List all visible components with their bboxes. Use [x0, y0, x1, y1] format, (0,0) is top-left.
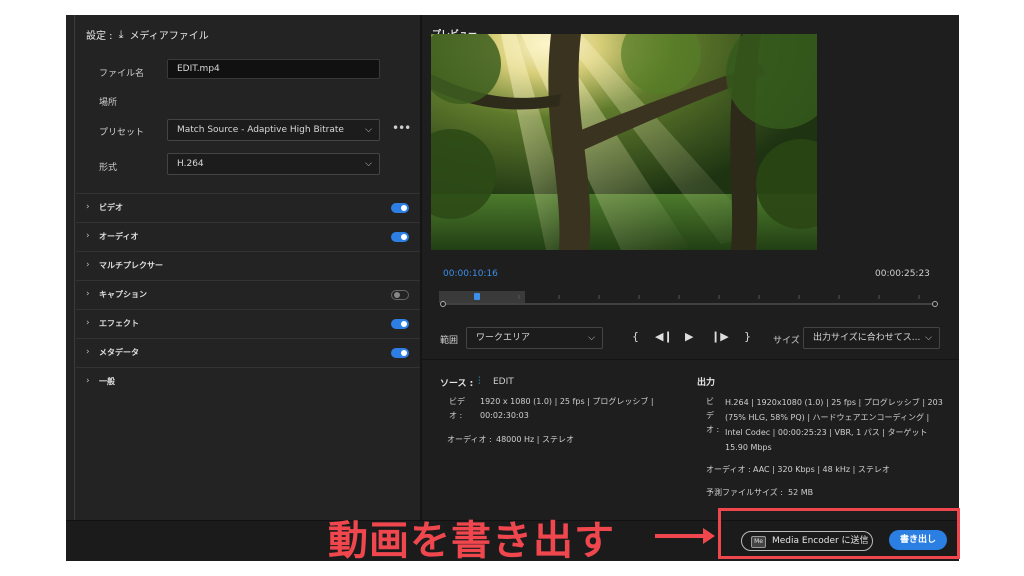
- source-video-line: 00:02:30:03: [480, 411, 529, 420]
- section-label: 一般: [99, 377, 115, 386]
- section-toggle[interactable]: [391, 290, 409, 300]
- section-row[interactable]: › キャプション: [76, 280, 420, 309]
- range-label: 範囲: [440, 336, 459, 346]
- output-video-line: H.264 | 1920x1080 (1.0) | 25 fps | プログレッ…: [725, 398, 943, 407]
- format-value: H.264: [177, 159, 204, 169]
- source-video-info: 1920 x 1080 (1.0) | 25 fps | プログレッシブ | 0…: [480, 395, 654, 423]
- send-label: Media Encoder に送信: [772, 536, 869, 546]
- format-label: 形式: [99, 163, 118, 173]
- play-icon[interactable]: ▶: [685, 330, 693, 343]
- annotation-arrowhead: [703, 528, 715, 544]
- settings-panel: 設定 : ⤓ メディアファイル ファイル名 EDIT.mp4 場所 プリセット …: [66, 15, 420, 520]
- file-size-label: 予測ファイルサイズ :: [706, 488, 783, 497]
- export-button[interactable]: 書き出し: [889, 530, 947, 550]
- source-video-label-1: ビデ: [449, 397, 465, 406]
- chevron-right-icon[interactable]: ›: [86, 231, 90, 241]
- source-audio-label: オーディオ :: [447, 435, 492, 444]
- output-audio-label: オーディオ :: [706, 465, 751, 474]
- chevron-right-icon[interactable]: ›: [86, 289, 90, 299]
- section-label: オーディオ: [99, 232, 139, 241]
- range-value: ワークエリア: [476, 333, 531, 343]
- download-icon: ⤓: [118, 27, 124, 41]
- timeline-scrubber[interactable]: [439, 291, 939, 307]
- filename-input[interactable]: EDIT.mp4: [167, 59, 380, 79]
- preview-divider: [422, 359, 959, 360]
- section-label: ビデオ: [99, 203, 123, 212]
- current-timecode[interactable]: 00:00:10:16: [443, 269, 498, 279]
- section-row[interactable]: › オーディオ: [76, 222, 420, 251]
- source-label: ソース :: [440, 379, 474, 389]
- playhead-marker[interactable]: [474, 293, 481, 300]
- panel-divider[interactable]: [420, 15, 422, 520]
- mark-out-icon[interactable]: }: [744, 330, 751, 343]
- annotation-text: 動画を書き出す: [328, 518, 615, 564]
- section-row[interactable]: › 一般: [76, 367, 420, 396]
- preset-value: Match Source - Adaptive High Bitrate: [177, 125, 344, 135]
- chevron-down-icon: ⌵: [365, 159, 372, 169]
- output-label: 出力: [697, 378, 716, 388]
- section-row[interactable]: › ビデオ: [76, 193, 420, 222]
- chevron-right-icon[interactable]: ›: [86, 260, 90, 270]
- section-label: メタデータ: [99, 348, 139, 357]
- chevron-right-icon[interactable]: ›: [86, 318, 90, 328]
- chevron-down-icon: ⌵: [365, 125, 372, 135]
- mark-in-icon[interactable]: {: [632, 330, 639, 343]
- output-video-label-1: ビ: [706, 397, 714, 406]
- settings-label: 設定 :: [86, 31, 113, 42]
- chevron-right-icon[interactable]: ›: [86, 347, 90, 357]
- output-video-line: (75% HLG, 58% PQ) | ハードウェアエンコーディング |: [725, 413, 930, 422]
- file-size-value: 52 MB: [788, 488, 814, 497]
- source-name: EDIT: [493, 377, 514, 387]
- chevron-right-icon[interactable]: ›: [86, 202, 90, 212]
- source-video-label-2: オ :: [449, 411, 463, 420]
- section-toggle[interactable]: [391, 319, 409, 329]
- section-row[interactable]: › メタデータ: [76, 338, 420, 367]
- size-value: 出力サイズに合わせてス...: [813, 333, 921, 343]
- output-video-label-2: デ: [706, 411, 714, 420]
- step-back-icon[interactable]: ◀❙: [655, 330, 673, 343]
- format-select[interactable]: H.264 ⌵: [167, 153, 380, 175]
- chevron-right-icon[interactable]: ›: [86, 376, 90, 386]
- size-label: サイズ: [773, 336, 800, 346]
- range-select[interactable]: ワークエリア ⌵: [466, 327, 603, 349]
- source-video-line: 1920 x 1080 (1.0) | 25 fps | プログレッシブ |: [480, 397, 654, 406]
- destination-label[interactable]: メディアファイル: [129, 27, 208, 42]
- section-label: キャプション: [99, 290, 147, 299]
- output-video-line: Intel Codec | 00:00:25:23 | VBR, 1 パス | …: [725, 428, 928, 437]
- sequence-icon: ⫶: [478, 376, 481, 387]
- output-video-info: H.264 | 1920x1080 (1.0) | 25 fps | プログレッ…: [725, 395, 943, 455]
- section-label: エフェクト: [99, 319, 139, 328]
- size-select[interactable]: 出力サイズに合わせてス... ⌵: [803, 327, 940, 349]
- section-toggle[interactable]: [391, 232, 409, 242]
- output-video-label: ビ デ オ :: [706, 395, 719, 437]
- filename-label: ファイル名: [99, 69, 145, 79]
- source-audio-info: 48000 Hz | ステレオ: [496, 435, 574, 444]
- section-toggle[interactable]: [391, 348, 409, 358]
- panel-edge: [74, 15, 75, 520]
- preset-select[interactable]: Match Source - Adaptive High Bitrate ⌵: [167, 119, 380, 141]
- chevron-down-icon: ⌵: [925, 333, 932, 343]
- section-row[interactable]: › マルチプレクサー: [76, 251, 420, 280]
- more-options-icon[interactable]: •••: [392, 121, 411, 135]
- output-audio-info: AAC | 320 Kbps | 48 kHz | ステレオ: [753, 465, 890, 474]
- preview-video: [431, 34, 817, 250]
- media-encoder-icon: Me: [751, 536, 766, 548]
- source-video-label: ビデ オ :: [449, 395, 465, 423]
- annotation-arrow: [655, 534, 707, 538]
- duration-timecode: 00:00:25:23: [875, 269, 930, 279]
- location-label: 場所: [99, 98, 118, 108]
- output-video-line: 15.90 Mbps: [725, 443, 772, 452]
- timeline-track: [439, 291, 938, 307]
- section-toggle[interactable]: [391, 203, 409, 213]
- section-row[interactable]: › エフェクト: [76, 309, 420, 338]
- send-to-media-encoder-button[interactable]: Me Media Encoder に送信: [741, 531, 873, 551]
- output-video-label-3: オ :: [706, 425, 720, 434]
- preset-label: プリセット: [99, 128, 145, 138]
- chevron-down-icon: ⌵: [588, 333, 595, 343]
- forest-preview-image: [431, 34, 817, 250]
- step-forward-icon[interactable]: ❙▶: [711, 330, 729, 343]
- section-label: マルチプレクサー: [99, 261, 163, 270]
- settings-header: 設定 : ⤓ メディアファイル: [86, 27, 209, 43]
